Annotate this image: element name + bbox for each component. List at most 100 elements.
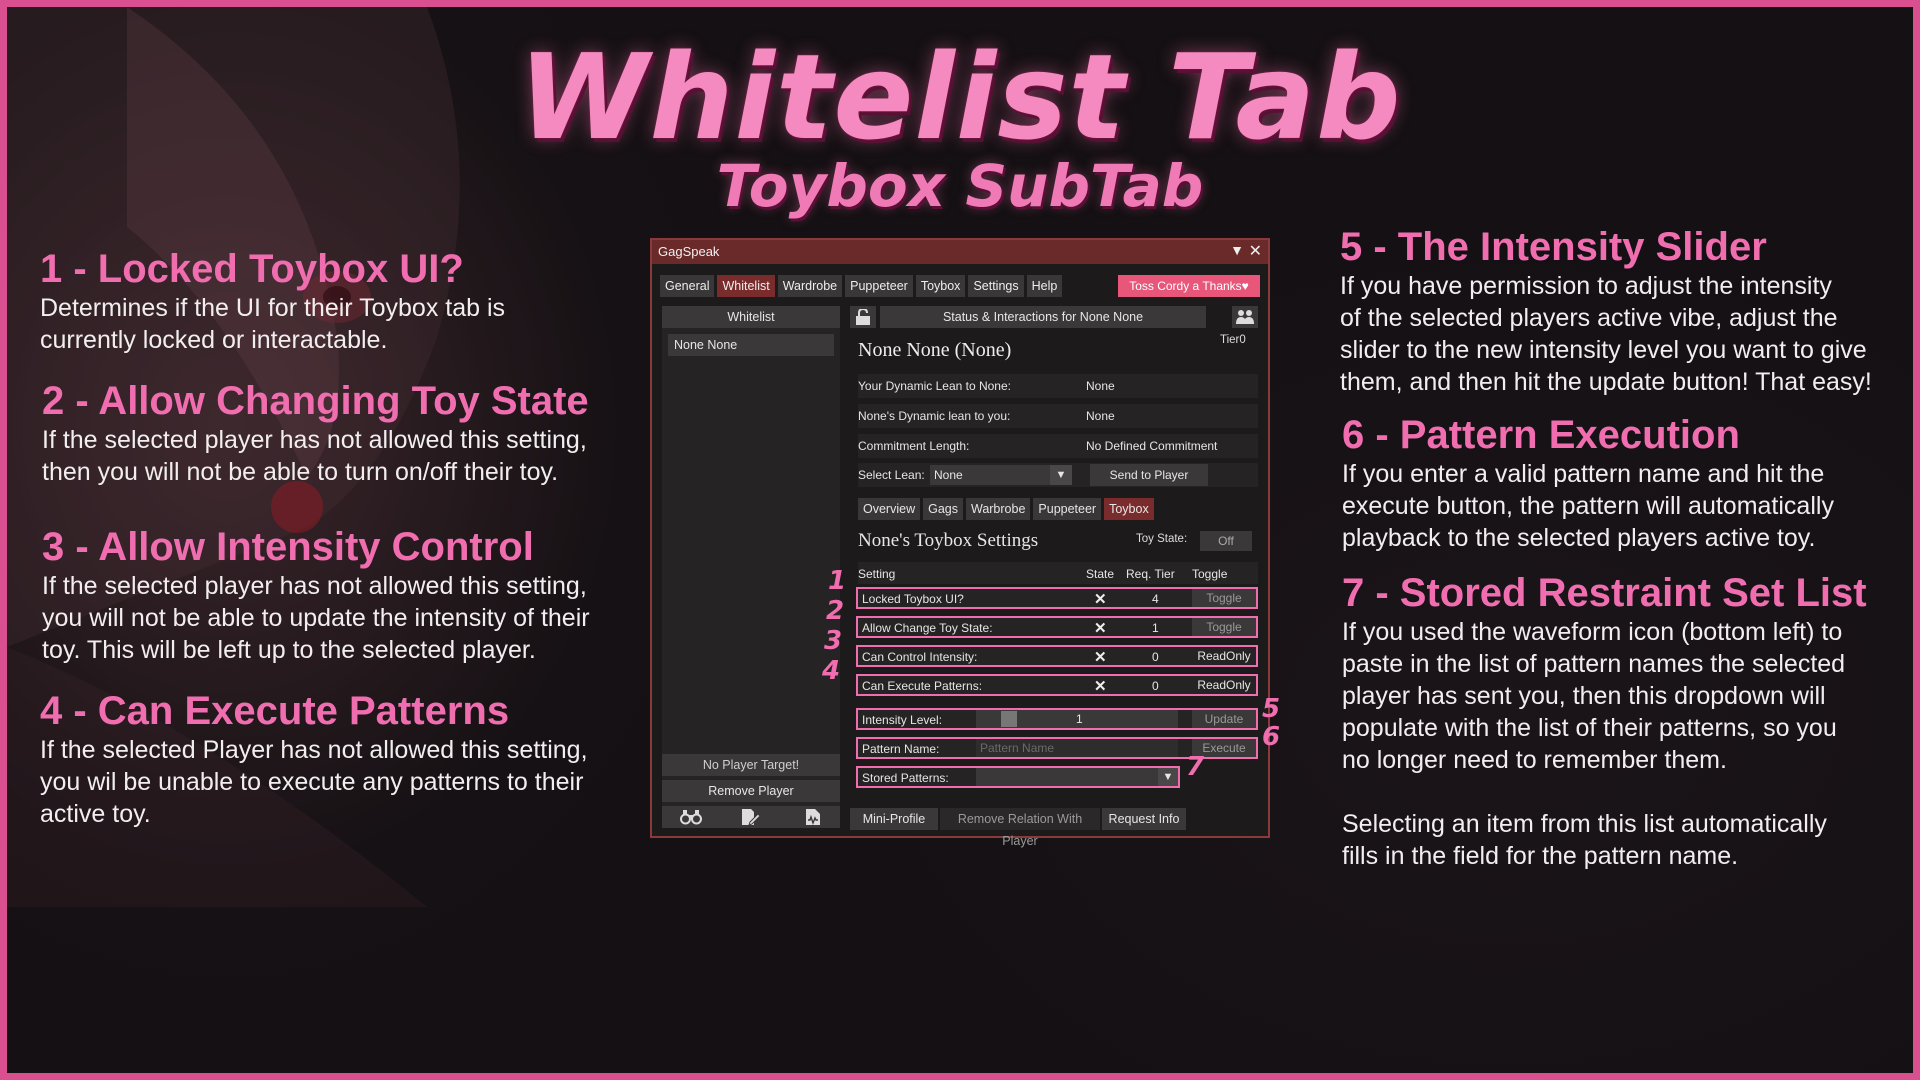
update-button[interactable]: Update (1192, 710, 1256, 728)
bottom-bar: Mini-Profile Remove Relation With Player… (850, 808, 1260, 848)
tab-toybox[interactable]: Toybox (915, 275, 966, 297)
subtab-toybox[interactable]: Toybox (1104, 498, 1154, 520)
subtab-overview[interactable]: Overview (858, 498, 921, 520)
request-info-button[interactable]: Request Info (1102, 808, 1186, 830)
whitelist-icon-bar (662, 806, 840, 828)
note-heading: 3 - Allow Intensity Control (42, 525, 534, 569)
note-heading: 7 - Stored Restraint Set List (1342, 571, 1867, 615)
note-5: 5 - The Intensity Slider If you have per… (1340, 224, 1910, 398)
callout-number: 3 (824, 626, 843, 656)
remove-player-button[interactable]: Remove Player (662, 780, 840, 802)
toybox-settings-title: None's Toybox Settings (858, 530, 1039, 551)
select-lean-dropdown[interactable]: None ▼ (930, 465, 1072, 485)
note-heading: 5 - The Intensity Slider (1340, 225, 1767, 269)
info-value: No Defined Commitment (1086, 439, 1218, 453)
info-label: None's Dynamic lean to you: (858, 409, 1011, 423)
table-row: Locked Toybox UI? ✕ 4 Toggle (856, 587, 1258, 609)
list-item[interactable]: None None (668, 334, 834, 356)
readonly-label: ReadOnly (1197, 649, 1251, 663)
perm-label: Can Execute Patterns: (862, 679, 983, 693)
col-state: State (1086, 567, 1115, 581)
state-x-icon: ✕ (1094, 620, 1107, 637)
sub-tabs: Overview Gags Warbrobe Puppeteer Toybox (858, 498, 1157, 520)
state-x-icon: ✕ (1094, 591, 1107, 608)
table-row: Allow Change Toy State: ✕ 1 Toggle (856, 616, 1258, 638)
window-title: GagSpeak (658, 244, 720, 259)
note-3: 3 - Allow Intensity Control If the selec… (42, 524, 642, 666)
settings-table-header: Setting State Req. Tier Toggle (858, 562, 1258, 584)
whitelist-panel: Whitelist None None No Player Target! Re… (662, 306, 840, 828)
select-lean-label: Select Lean: (858, 468, 925, 482)
lock-icon[interactable] (850, 306, 876, 328)
close-icon[interactable]: ✕ (1249, 241, 1262, 261)
toy-state-toggle[interactable]: Off (1200, 531, 1252, 551)
gagspeak-window: GagSpeak ▼ ✕ General Whitelist Wardrobe Pup… (650, 238, 1270, 848)
callout-number: 7 (1186, 752, 1205, 782)
intensity-label: Intensity Level: (862, 713, 943, 727)
slider-handle[interactable] (1001, 711, 1017, 727)
page-title: Whitelist Tab (518, 28, 1402, 166)
perm-label: Allow Change Toy State: (862, 621, 993, 635)
tab-wardrobe[interactable]: Wardrobe (777, 275, 843, 297)
info-row-commitment: Commitment Length: No Defined Commitment (858, 434, 1258, 458)
tier-label: Tier0 (1220, 334, 1246, 346)
callout-number: 5 (1262, 694, 1281, 724)
intensity-slider[interactable]: 1 (976, 710, 1178, 728)
stored-patterns-row: Stored Patterns: ▼ (856, 766, 1180, 788)
toggle-button[interactable]: Toggle (1192, 589, 1256, 607)
note-1: 1 - Locked Toybox UI? Determines if the … (40, 246, 640, 356)
note-4: 4 - Can Execute Patterns If the selected… (40, 688, 640, 830)
intensity-value: 1 (1076, 712, 1083, 726)
tab-settings[interactable]: Settings (968, 275, 1024, 297)
send-to-player-button[interactable]: Send to Player (1090, 464, 1208, 486)
info-row-your-lean: Your Dynamic Lean to None: None (858, 374, 1258, 398)
stored-patterns-label: Stored Patterns: (862, 771, 949, 785)
window-titlebar[interactable]: GagSpeak ▼ ✕ (652, 240, 1268, 264)
tab-puppeteer[interactable]: Puppeteer (845, 275, 913, 297)
mini-profile-button[interactable]: Mini-Profile (850, 808, 938, 830)
edit-note-icon[interactable] (740, 808, 760, 826)
perm-label: Locked Toybox UI? (862, 592, 964, 606)
state-x-icon: ✕ (1094, 678, 1107, 695)
subtab-puppeteer[interactable]: Puppeteer (1033, 498, 1102, 520)
tab-whitelist[interactable]: Whitelist (717, 275, 775, 297)
perm-tier: 1 (1152, 621, 1159, 635)
remove-relation-button[interactable]: Remove Relation With Player (940, 808, 1100, 848)
select-lean-value: None (934, 468, 963, 482)
player-name: None None (None) (858, 339, 1012, 361)
callout-number: 2 (826, 596, 845, 626)
note-7: 7 - Stored Restraint Set List If you use… (1342, 570, 1912, 872)
file-waveform-icon[interactable] (805, 808, 821, 826)
info-value: None (1086, 379, 1115, 393)
perm-label: Can Control Intensity: (862, 650, 978, 664)
no-target-button[interactable]: No Player Target! (662, 754, 840, 776)
pattern-name-input[interactable] (976, 739, 1178, 757)
note-heading: 6 - Pattern Execution (1342, 413, 1740, 457)
toggle-button[interactable]: Toggle (1192, 618, 1256, 636)
tab-help[interactable]: Help (1026, 275, 1063, 297)
stored-patterns-dropdown[interactable]: ▼ (976, 768, 1178, 786)
note-body: If the selected Player has not allowed t… (40, 736, 588, 828)
note-heading: 1 - Locked Toybox UI? (40, 247, 464, 291)
chevron-down-icon[interactable]: ▼ (1158, 768, 1178, 786)
user-swap-icon[interactable] (1232, 306, 1258, 328)
note-2: 2 - Allow Changing Toy State If the sele… (42, 378, 642, 488)
pattern-label: Pattern Name: (862, 742, 940, 756)
tab-general[interactable]: General (660, 275, 715, 297)
collapse-icon[interactable]: ▼ (1230, 242, 1244, 258)
note-6: 6 - Pattern Execution If you enter a val… (1342, 412, 1912, 554)
info-value: None (1086, 409, 1115, 423)
status-header: Status & Interactions for None None (880, 306, 1206, 328)
subtab-gags[interactable]: Gags (923, 498, 963, 520)
note-body: If you have permission to adjust the int… (1340, 272, 1872, 396)
callout-number: 1 (828, 566, 847, 596)
note-heading: 4 - Can Execute Patterns (40, 689, 510, 733)
info-label: Your Dynamic Lean to None: (858, 379, 1011, 393)
binoculars-icon[interactable] (680, 809, 702, 825)
subtab-wardrobe[interactable]: Warbrobe (965, 498, 1031, 520)
thanks-button[interactable]: Toss Cordy a Thanks♥ (1118, 275, 1260, 297)
note-body: If you enter a valid pattern name and hi… (1342, 460, 1834, 552)
chevron-down-icon[interactable]: ▼ (1050, 465, 1072, 485)
col-setting: Setting (858, 567, 896, 581)
whitelist-header: Whitelist (662, 306, 840, 328)
